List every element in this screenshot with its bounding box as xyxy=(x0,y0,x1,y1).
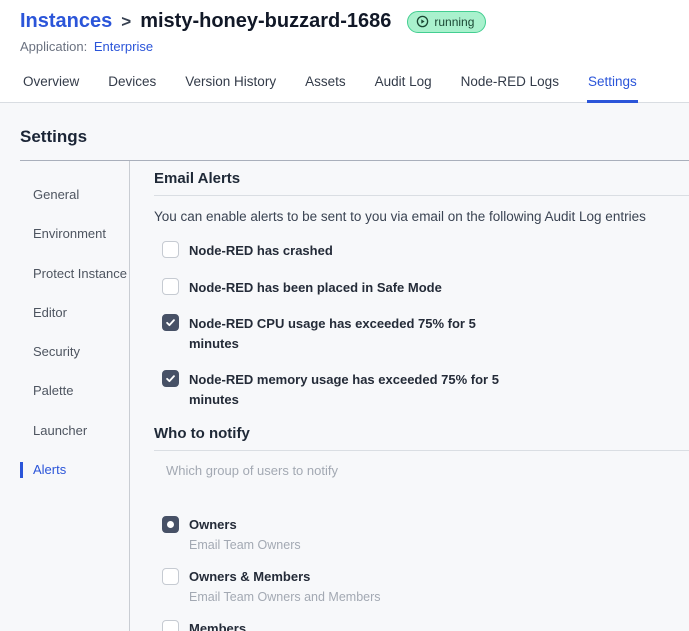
who-to-notify-title: Who to notify xyxy=(154,425,250,442)
sidebar-item-label: Protect Instance xyxy=(33,265,127,281)
email-alerts-title: Email Alerts xyxy=(154,170,241,187)
alert-option-node-red-has-crashed[interactable]: Node-RED has crashed xyxy=(162,240,689,261)
settings-content: General Environment Protect Instance Editor… xyxy=(0,161,689,631)
instance-tabs: Overview Devices Version History Assets Audi… xyxy=(0,67,689,103)
checkmark-icon xyxy=(165,373,176,384)
email-alerts-description: You can enable alerts to be sent to you … xyxy=(154,209,646,224)
status-badge-label: running xyxy=(434,14,475,29)
notify-option-label: Owners & Members xyxy=(189,569,311,585)
sidebar-item-label: General xyxy=(33,187,80,202)
sidebar-item-editor[interactable]: Editor xyxy=(20,305,129,321)
application-row: Application: Enterprise xyxy=(20,39,669,54)
tab-devices[interactable]: Devices xyxy=(107,67,157,103)
tab-audit-log[interactable]: Audit Log xyxy=(374,67,433,103)
sidebar-item-protect-instance[interactable]: Protect Instance xyxy=(20,266,129,282)
alert-option-label: Node-RED has crashed xyxy=(189,243,333,258)
sidebar-item-label: Palette xyxy=(33,383,74,399)
section-divider xyxy=(154,195,689,196)
notify-option-owners-members[interactable]: Owners & Members Email Team Owners and M… xyxy=(162,567,689,604)
tab-label: Node-RED Logs xyxy=(460,74,559,89)
sidebar-item-label: Security xyxy=(33,344,80,359)
who-to-notify-section: Who to notify Which group of users to no… xyxy=(154,425,689,631)
play-circle-icon xyxy=(416,15,429,28)
settings-page: Settings General Environment Protect Insta… xyxy=(0,127,689,631)
notify-options-list: Owners Email Team Owners Owners & Member… xyxy=(154,515,689,631)
radio-button[interactable] xyxy=(162,516,179,533)
tab-label: Devices xyxy=(108,74,157,89)
sidebar-item-launcher[interactable]: Launcher xyxy=(20,423,129,439)
sidebar-item-palette[interactable]: Palette xyxy=(20,383,129,399)
sidebar-item-general[interactable]: General xyxy=(20,187,129,203)
status-badge: running xyxy=(407,10,487,33)
tab-label: Assets xyxy=(305,74,346,89)
settings-sidebar: General Environment Protect Instance Editor… xyxy=(20,161,130,631)
tab-label: Overview xyxy=(23,74,80,89)
tab-label: Audit Log xyxy=(374,74,432,89)
sidebar-item-label: Editor xyxy=(33,304,67,320)
email-alerts-section: Email Alerts You can enable alerts to be… xyxy=(154,170,689,409)
notify-option-description: Email Team Owners xyxy=(189,538,301,553)
radio-button[interactable] xyxy=(162,568,179,586)
section-divider xyxy=(154,450,689,451)
tab-label: Version History xyxy=(185,74,277,89)
notify-option-members[interactable]: Members Email Team Members xyxy=(162,619,689,631)
radio-button[interactable] xyxy=(162,620,179,631)
tab-assets[interactable]: Assets xyxy=(304,67,347,103)
alert-option-label: Node-RED CPU usage has exceeded 75% for … xyxy=(189,316,476,351)
notify-option-label: Members xyxy=(189,621,247,631)
alert-option-node-red-memory-usage-has-exceeded-75-for-5-minutes[interactable]: Node-RED memory usage has exceeded 75% f… xyxy=(162,369,689,409)
breadcrumb: Instances > misty-honey-buzzard-1686 run… xyxy=(20,10,669,33)
page-title: Settings xyxy=(20,127,88,146)
sidebar-item-security[interactable]: Security xyxy=(20,344,129,360)
tab-label: Settings xyxy=(587,74,637,89)
instance-name: misty-honey-buzzard-1686 xyxy=(140,10,392,32)
breadcrumb-instances-link[interactable]: Instances xyxy=(20,10,112,33)
sidebar-item-label: Launcher xyxy=(33,422,88,438)
radio-dot-icon xyxy=(167,521,174,528)
alert-options-list: Node-RED has crashed Node-RED has been p… xyxy=(154,240,689,409)
sidebar-item-label: Alerts xyxy=(33,461,67,477)
tab-node-red-logs[interactable]: Node-RED Logs xyxy=(460,67,560,103)
checkbox[interactable] xyxy=(162,370,179,387)
tab-version-history[interactable]: Version History xyxy=(184,67,277,103)
alert-option-label: Node-RED has been placed in Safe Mode xyxy=(189,279,442,295)
alert-option-node-red-has-been-placed-in-safe-mode[interactable]: Node-RED has been placed in Safe Mode xyxy=(162,277,689,298)
alert-option-label: Node-RED memory usage has exceeded 75% f… xyxy=(189,372,499,407)
notify-option-owners[interactable]: Owners Email Team Owners xyxy=(162,515,689,552)
tab-settings[interactable]: Settings xyxy=(586,67,638,103)
checkbox[interactable] xyxy=(162,277,179,295)
notify-option-label: Owners xyxy=(189,517,237,532)
tab-overview[interactable]: Overview xyxy=(22,67,80,103)
application-label: Application: xyxy=(20,39,88,54)
checkbox[interactable] xyxy=(162,241,179,258)
sidebar-item-label: Environment xyxy=(33,226,106,242)
alert-option-node-red-cpu-usage-has-exceeded-75-for-5-minutes[interactable]: Node-RED CPU usage has exceeded 75% for … xyxy=(162,313,689,353)
checkmark-icon xyxy=(165,317,176,328)
sidebar-item-alerts[interactable]: Alerts xyxy=(20,461,129,478)
page-header: Instances > misty-honey-buzzard-1686 run… xyxy=(0,0,689,103)
notify-option-description: Email Team Owners and Members xyxy=(189,590,381,605)
settings-main: Email Alerts You can enable alerts to be… xyxy=(130,161,689,631)
sidebar-item-environment[interactable]: Environment xyxy=(20,226,129,242)
breadcrumb-separator: > xyxy=(121,11,132,31)
notify-hint: Which group of users to notify xyxy=(166,463,338,478)
checkbox[interactable] xyxy=(162,314,179,331)
application-link[interactable]: Enterprise xyxy=(94,39,153,54)
